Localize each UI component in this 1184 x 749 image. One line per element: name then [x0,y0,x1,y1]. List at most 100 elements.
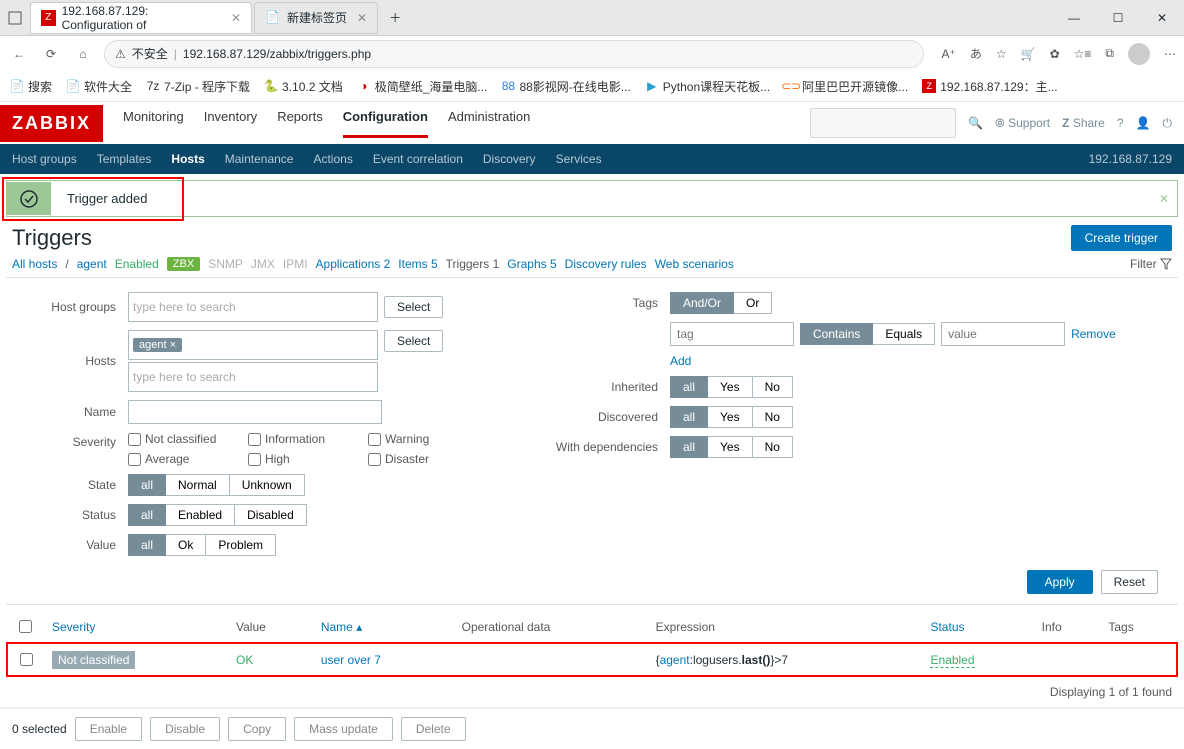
menu-administration[interactable]: Administration [448,109,530,138]
minimize-button[interactable]: — [1052,3,1096,33]
more-icon[interactable]: ⋯ [1164,47,1176,61]
tab-2[interactable]: 📄 新建标签页 ✕ [254,2,378,34]
close-icon[interactable]: ✕ [231,11,241,25]
chk-nc[interactable]: Not classified [128,432,238,446]
cell-name-link[interactable]: user over 7 [321,653,381,667]
user-icon[interactable]: 👤 [1136,116,1151,130]
home-button[interactable]: ⌂ [72,43,94,65]
seg-tag-op[interactable]: ContainsEquals [800,323,935,345]
collections-icon[interactable]: ⧉ [1105,46,1114,61]
favorites-bar-icon[interactable]: ☆≡ [1074,47,1092,61]
read-aloud-icon[interactable]: A⁺ [942,47,956,61]
bookmark-python-course[interactable]: ▶Python课程天花板... [645,78,770,95]
tab-actions-icon[interactable] [4,7,26,29]
link-remove-tag[interactable]: Remove [1071,327,1116,341]
sub-templates[interactable]: Templates [97,152,152,166]
sub-discovery[interactable]: Discovery [483,152,536,166]
tab-1[interactable]: Z 192.168.87.129: Configuration of ✕ [30,2,252,34]
close-button[interactable]: ✕ [1140,3,1184,33]
refresh-button[interactable]: ⟳ [40,43,62,65]
shopping-icon[interactable]: 🛒 [1021,47,1036,61]
share-link[interactable]: Z Share [1062,116,1105,130]
bookmark-wallpaper[interactable]: ◑极简壁纸_海量电脑... [357,78,488,95]
extensions-icon[interactable]: ✿ [1050,47,1060,61]
col-name[interactable]: Name ▴ [321,620,362,634]
bookmark-software[interactable]: 📄软件大全 [66,78,132,95]
seg-state[interactable]: allNormalUnknown [128,474,305,496]
sub-eventcorr[interactable]: Event correlation [373,152,463,166]
translate-icon[interactable]: あ [970,45,982,62]
maximize-button[interactable]: ☐ [1096,3,1140,33]
host-tag-agent[interactable]: agent × [133,338,182,352]
back-button[interactable]: ← [8,43,30,65]
crumb-web[interactable]: Web scenarios [655,257,734,271]
menu-inventory[interactable]: Inventory [204,109,257,138]
bookmark-zabbix-host[interactable]: Z192.168.87.129：主... [922,78,1057,95]
crumb-allhosts[interactable]: All hosts [12,257,57,271]
apply-button[interactable]: Apply [1027,570,1093,594]
chk-dis[interactable]: Disaster [368,452,468,466]
seg-value[interactable]: allOkProblem [128,534,276,556]
menu-monitoring[interactable]: Monitoring [123,109,184,138]
sub-services[interactable]: Services [556,152,602,166]
input-tag[interactable] [670,322,794,346]
sub-maintenance[interactable]: Maintenance [225,152,294,166]
bulk-copy-button[interactable]: Copy [228,717,286,741]
seg-discovered[interactable]: allYesNo [670,406,793,428]
alert-close-icon[interactable]: ✕ [1159,192,1169,206]
seg-tags-mode[interactable]: And/OrOr [670,292,772,314]
crumb-agent[interactable]: agent [77,257,107,271]
create-trigger-button[interactable]: Create trigger [1071,225,1172,251]
support-link[interactable]: ⦾ Support [995,116,1050,131]
sub-actions[interactable]: Actions [313,152,352,166]
chk-high[interactable]: High [248,452,358,466]
check-all[interactable] [19,620,32,633]
link-add-tag[interactable]: Add [670,354,691,368]
row-checkbox[interactable] [20,653,33,666]
favorite-icon[interactable]: ☆ [996,47,1007,61]
profile-icon[interactable] [1128,43,1150,65]
bulk-disable-button[interactable]: Disable [150,717,220,741]
power-icon[interactable]: ⏻ [1163,116,1173,131]
bulk-enable-button[interactable]: Enable [75,717,142,741]
input-name[interactable] [128,400,382,424]
bulk-mass-button[interactable]: Mass update [294,717,393,741]
help-icon[interactable]: ? [1117,116,1124,130]
ms-hosts[interactable]: agent × [128,330,378,360]
bookmark-7zip[interactable]: 7z7-Zip - 程序下载 [146,78,250,95]
bookmark-python-doc[interactable]: 🐍3.10.2 文档 [264,78,343,95]
bulk-delete-button[interactable]: Delete [401,717,466,741]
col-status[interactable]: Status [930,620,964,634]
chk-warn[interactable]: Warning [368,432,468,446]
sub-hosts[interactable]: Hosts [171,152,204,166]
zabbix-search-input[interactable] [810,108,956,138]
ms-hostgroups[interactable]: type here to search [128,292,378,322]
crumb-graphs[interactable]: Graphs 5 [507,257,556,271]
chk-info[interactable]: Information [248,432,358,446]
search-icon[interactable]: 🔍 [968,116,983,130]
chk-avg[interactable]: Average [128,452,238,466]
zabbix-logo[interactable]: ZABBIX [0,105,103,142]
crumb-items[interactable]: Items 5 [398,257,437,271]
seg-status[interactable]: allEnabledDisabled [128,504,307,526]
ms-hosts-input[interactable]: type here to search [128,362,378,392]
select-hosts-button[interactable]: Select [384,330,443,352]
close-icon[interactable]: ✕ [357,11,367,25]
menu-configuration[interactable]: Configuration [343,109,428,138]
url-input[interactable]: ⚠ 不安全 | 192.168.87.129/zabbix/triggers.p… [104,40,924,68]
input-tag-value[interactable] [941,322,1065,346]
select-hostgroups-button[interactable]: Select [384,296,443,318]
sub-hostgroups[interactable]: Host groups [12,152,77,166]
seg-withdep[interactable]: allYesNo [670,436,793,458]
bookmark-88movie[interactable]: 8888影视网-在线电影... [501,78,630,95]
crumb-discovery[interactable]: Discovery rules [565,257,647,271]
seg-inherited[interactable]: allYesNo [670,376,793,398]
bookmark-aliyun[interactable]: ⊂⊃阿里巴巴开源镜像... [784,78,908,95]
new-tab-button[interactable]: ＋ [384,7,406,29]
filter-toggle[interactable]: Filter [1130,257,1172,271]
reset-button[interactable]: Reset [1101,570,1158,594]
bookmark-search[interactable]: 📄搜索 [10,78,52,95]
menu-reports[interactable]: Reports [277,109,323,138]
col-severity[interactable]: Severity [52,620,95,634]
cell-status[interactable]: Enabled [930,653,974,668]
